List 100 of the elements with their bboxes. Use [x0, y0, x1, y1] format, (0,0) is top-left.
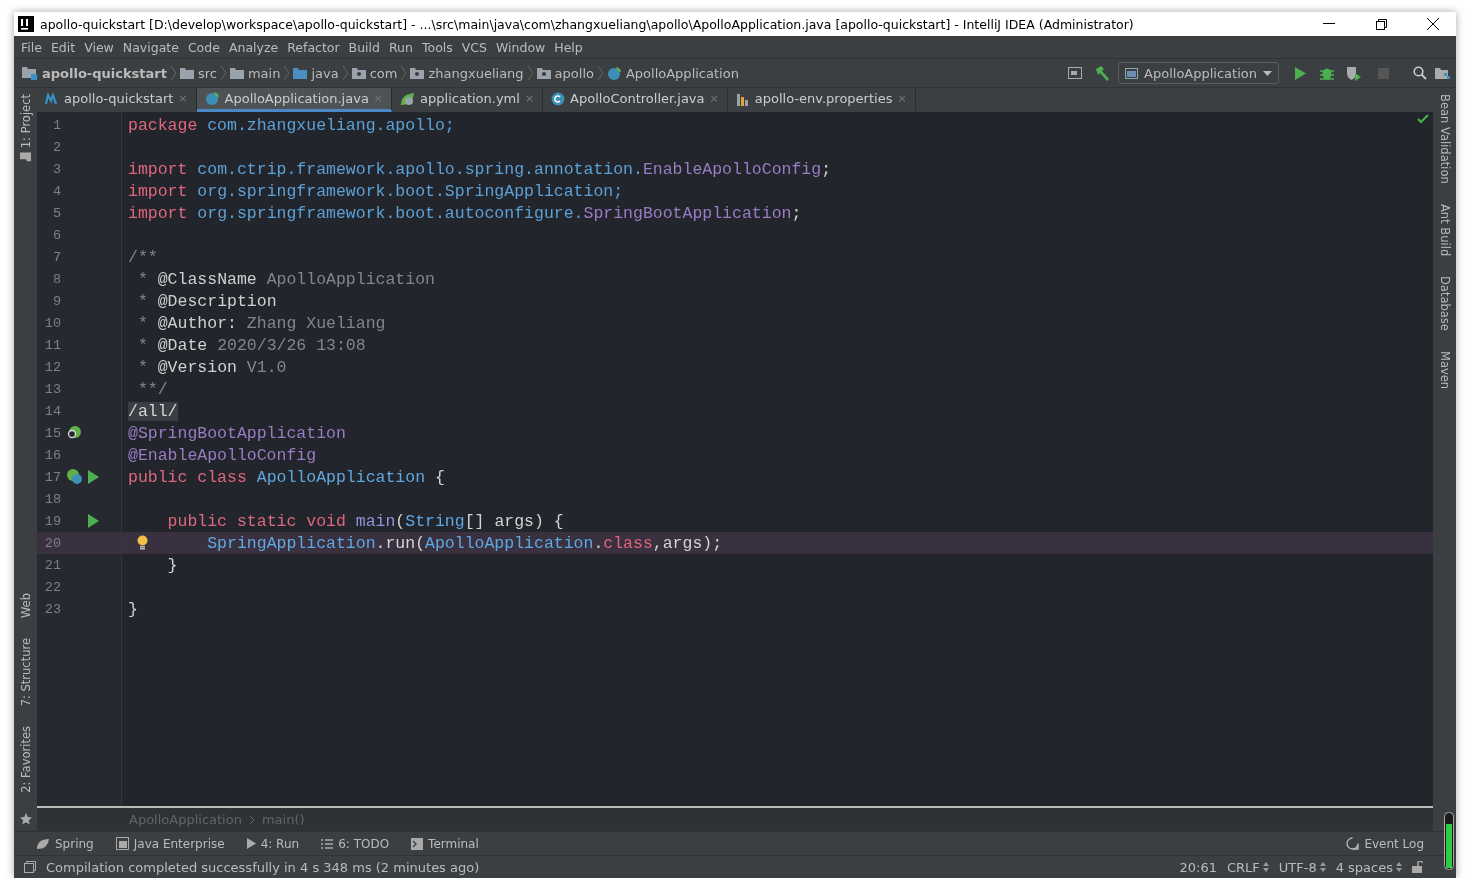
menu-item[interactable]: Refactor — [284, 39, 346, 55]
line-number: 3 — [51, 161, 61, 177]
breadcrumb-item[interactable]: apollo-quickstart — [22, 65, 167, 81]
run-icon[interactable] — [1295, 66, 1306, 80]
line-number: 10 — [43, 315, 61, 331]
breadcrumb-item[interactable]: apollo — [536, 65, 594, 81]
tool-window-tab[interactable]: Ant Build — [1437, 203, 1452, 256]
bug-icon[interactable] — [1320, 66, 1334, 80]
code-line: import org.springframework.boot.autoconfigure.SpringBootApplication; — [128, 203, 802, 223]
code-line: * @Date 2020/3/26 13:08 — [137, 335, 366, 355]
line-number: 8 — [51, 271, 61, 287]
search-icon[interactable] — [1413, 66, 1427, 80]
menu-item[interactable]: Help — [551, 39, 589, 55]
folder-icon — [179, 67, 194, 79]
up-down-icon — [1319, 862, 1326, 872]
memory-indicator-drawing — [1444, 812, 1454, 870]
package-icon — [536, 67, 551, 79]
line-number: 18 — [43, 491, 61, 507]
chevron-icon — [220, 66, 226, 80]
line-number: 19 — [43, 513, 61, 529]
caret-position[interactable]: 20:61 — [1179, 859, 1217, 875]
unlocked-icon[interactable] — [1412, 861, 1424, 873]
close-icon[interactable] — [1427, 18, 1439, 30]
status-selector[interactable]: CRLF — [1226, 859, 1269, 875]
window-icon — [1125, 67, 1139, 79]
chevron-icon — [170, 66, 176, 80]
line-number: 16 — [43, 447, 61, 463]
line-number: 5 — [51, 205, 61, 221]
editor-tab[interactable]: ApolloApplication.java × — [196, 88, 393, 112]
tool-window-tab[interactable]: Bean Validation — [1437, 94, 1452, 184]
speech-bubble-icon — [1346, 837, 1360, 850]
breadcrumb-item[interactable]: java — [293, 65, 339, 81]
line-number: 12 — [43, 359, 61, 375]
window-title: apollo-quickstart [D:\develop\workspace\apollo-quickstart] - ...\src\main\java\com\zhangxueliang\apollo\ApolloApplication.java [apollo-quickstart] - IntelliJ IDEA (Administrator) — [40, 16, 1135, 32]
menu-item[interactable]: Window — [493, 39, 552, 55]
restore-icon[interactable] — [1375, 18, 1387, 30]
module-icon — [22, 66, 38, 80]
tool-window-tab[interactable]: 1: Project — [18, 94, 33, 163]
spring-class-icon — [606, 65, 622, 81]
menu-item[interactable]: Tools — [418, 39, 459, 55]
breadcrumb-item[interactable]: zhangxueliang — [410, 65, 524, 81]
breadcrumb-item[interactable]: ApolloApplication — [606, 65, 739, 81]
line-number: 17 — [43, 469, 61, 485]
code-line: import org.springframework.boot.SpringApplication; — [128, 181, 624, 201]
status-selector[interactable]: 4 spaces — [1335, 859, 1402, 875]
project-structure-icon[interactable] — [1435, 66, 1450, 80]
chevron-icon — [597, 66, 603, 80]
window-icon[interactable] — [1068, 67, 1083, 79]
code-line: @EnableApolloConfig — [128, 445, 317, 465]
tool-window-tab[interactable]: 2: Favorites — [18, 726, 33, 793]
menu-item[interactable]: Code — [184, 39, 226, 55]
line-number: 14 — [43, 403, 61, 419]
hammer-icon[interactable] — [1094, 65, 1111, 81]
spring-leaf-icon — [400, 91, 416, 106]
tool-window-button[interactable]: 4: Run — [246, 836, 300, 851]
breadcrumb-item[interactable]: main — [229, 65, 281, 81]
tool-window-button[interactable]: Terminal — [411, 836, 479, 851]
run-icon[interactable] — [88, 470, 99, 484]
tool-window-tab[interactable]: 7: Structure — [18, 637, 33, 707]
line-number: 22 — [43, 579, 61, 595]
folder-icon — [229, 67, 244, 79]
shield-run-icon[interactable] — [1346, 65, 1362, 81]
line-number: 7 — [51, 249, 61, 265]
status-selector[interactable]: UTF-8 — [1278, 859, 1326, 875]
class-icon — [551, 91, 566, 106]
line-number: 6 — [51, 227, 61, 243]
run-configuration-dropdown[interactable]: ApolloApplication — [1118, 62, 1279, 84]
spring-class-icon — [204, 91, 220, 106]
tool-window-tab[interactable]: Maven — [1437, 350, 1452, 389]
code-line: * @Version V1.0 — [137, 357, 287, 377]
star-icon — [19, 813, 32, 825]
bulb-icon[interactable] — [137, 535, 148, 550]
package-icon — [351, 67, 366, 79]
minimize-icon[interactable] — [1323, 23, 1335, 25]
list-icon — [321, 838, 334, 849]
breadcrumb-item[interactable]: src — [179, 65, 217, 81]
menu-item[interactable]: View — [81, 39, 120, 55]
chevron-icon — [284, 66, 290, 80]
code-line: } — [167, 555, 178, 575]
tool-window-button[interactable]: Spring — [36, 836, 94, 851]
menu-item[interactable]: Run — [386, 39, 419, 55]
menu-item[interactable]: Navigate — [119, 39, 185, 55]
code-line: * @Author: Zhang Xueliang — [137, 313, 386, 333]
tool-window-button[interactable]: 6: TODO — [321, 836, 390, 851]
menu-item[interactable]: Analyze — [225, 39, 285, 55]
bean-icon[interactable] — [66, 469, 84, 485]
menu-item[interactable]: Build — [345, 39, 386, 55]
bean-icon[interactable] — [66, 425, 82, 441]
tool-window-tab[interactable]: Database — [1437, 275, 1452, 331]
tool-window-button[interactable]: Java Enterprise — [115, 836, 225, 851]
layout-icon[interactable] — [24, 861, 36, 873]
menu-item[interactable]: VCS — [458, 39, 493, 55]
event-log-button[interactable]: Event Log — [1346, 836, 1424, 851]
menu-item[interactable]: Edit — [47, 39, 82, 55]
tool-window-tab[interactable]: Web — [18, 592, 33, 618]
breadcrumb-item[interactable]: com — [351, 65, 398, 81]
caret-icon — [1263, 70, 1272, 76]
line-number: 4 — [51, 183, 61, 199]
run-icon[interactable] — [88, 514, 99, 528]
menu-item[interactable]: File — [18, 39, 48, 55]
